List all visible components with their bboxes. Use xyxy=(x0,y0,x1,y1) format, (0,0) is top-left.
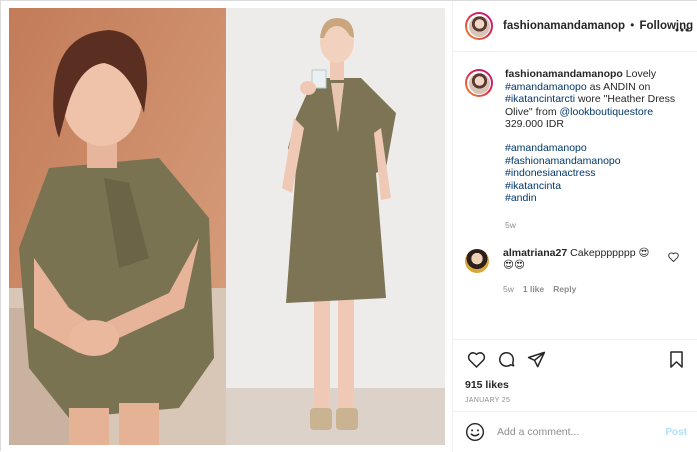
caption-hashtag-1[interactable]: #ikatancintarcti xyxy=(505,93,575,105)
caption-avatar-inner xyxy=(467,71,491,95)
commenter-username[interactable]: almatriana27 xyxy=(503,247,567,259)
right-photo xyxy=(226,8,445,445)
more-dots-glyph xyxy=(675,28,689,32)
instagram-post-modal: fashionamandamanop • Following fashionam… xyxy=(0,0,697,452)
left-photo xyxy=(9,8,226,445)
caption-avatar-image xyxy=(468,72,490,94)
bookmark-glyph xyxy=(669,350,683,368)
caption-row: fashionamandamanopo Lovely #amandamanopo… xyxy=(465,68,685,232)
right-photo-illustration xyxy=(226,8,445,445)
post-side-panel: fashionamandamanop • Following fashionam… xyxy=(452,1,697,452)
like-icon[interactable] xyxy=(465,348,487,370)
comment-likes[interactable]: 1 like xyxy=(523,283,544,296)
emoji-icon[interactable] xyxy=(465,422,485,442)
comment-meta: 5w 1 like Reply xyxy=(503,283,653,296)
add-comment-bar: Post xyxy=(453,411,697,452)
caption-price: 329.000 IDR xyxy=(505,118,564,131)
action-icons xyxy=(465,348,687,370)
comment-body: almatriana27 Cakeppppppp 😍😍😍 5w 1 like R… xyxy=(503,247,653,296)
caption-mention-2[interactable]: @lookboutiquestore xyxy=(560,106,654,118)
post-date[interactable]: JANUARY 25 xyxy=(465,397,687,404)
caption-hashtags: #amandamanopo #fashionamandamanopo #indo… xyxy=(505,142,685,205)
reply-button[interactable]: Reply xyxy=(553,283,576,296)
caption-username[interactable]: fashionamandamanopo xyxy=(505,68,623,80)
caption-text: fashionamandamanopo Lovely #amandamanopo… xyxy=(505,68,685,232)
caption-text-2: as ANDIN on xyxy=(589,80,651,93)
author-avatar-image xyxy=(468,15,490,37)
likes-count[interactable]: 915 likes xyxy=(465,379,687,391)
bookmark-icon[interactable] xyxy=(665,348,687,370)
post-comment-button[interactable]: Post xyxy=(665,427,687,438)
author-avatar[interactable] xyxy=(465,12,493,40)
comment-item: almatriana27 Cakeppppppp 😍😍😍 5w 1 like R… xyxy=(465,247,685,296)
comment-like-icon[interactable] xyxy=(668,251,679,265)
commenter-avatar[interactable] xyxy=(465,248,489,273)
share-plane-glyph xyxy=(527,351,545,367)
comment-time[interactable]: 5w xyxy=(503,283,514,296)
share-icon[interactable] xyxy=(525,348,547,370)
author-username[interactable]: fashionamandamanop xyxy=(503,20,625,32)
hashtag-link[interactable]: #ikatancinta xyxy=(505,180,685,193)
actions-bar: 915 likes JANUARY 25 xyxy=(453,339,697,411)
author-avatar-inner xyxy=(467,14,491,38)
comment-heart-glyph xyxy=(668,251,679,262)
add-comment-input[interactable] xyxy=(497,426,657,438)
like-heart-glyph xyxy=(467,351,485,368)
more-icon[interactable] xyxy=(675,19,689,35)
header-text: fashionamandamanop • Following xyxy=(503,20,693,32)
left-photo-illustration xyxy=(9,8,226,445)
post-media[interactable] xyxy=(1,1,452,452)
hashtag-link[interactable]: #indonesianactress xyxy=(505,167,685,180)
comments-area[interactable]: fashionamandamanopo Lovely #amandamanopo… xyxy=(453,52,697,339)
emoji-smile-glyph xyxy=(465,422,485,442)
hashtag-link[interactable]: #andin xyxy=(505,192,685,205)
caption-text-1: Lovely xyxy=(625,68,657,80)
hashtag-link[interactable]: #fashionamandamanopo xyxy=(505,155,685,168)
caption-time[interactable]: 5w xyxy=(505,219,685,232)
post-header: fashionamandamanop • Following xyxy=(453,1,697,52)
hashtag-link[interactable]: #amandamanopo xyxy=(505,142,685,155)
comment-icon[interactable] xyxy=(495,348,517,370)
header-separator: • xyxy=(630,20,635,32)
caption-avatar[interactable] xyxy=(465,69,493,97)
comment-bubble-glyph xyxy=(498,351,514,367)
caption-mention-1[interactable]: #amandamanopo xyxy=(505,81,587,93)
